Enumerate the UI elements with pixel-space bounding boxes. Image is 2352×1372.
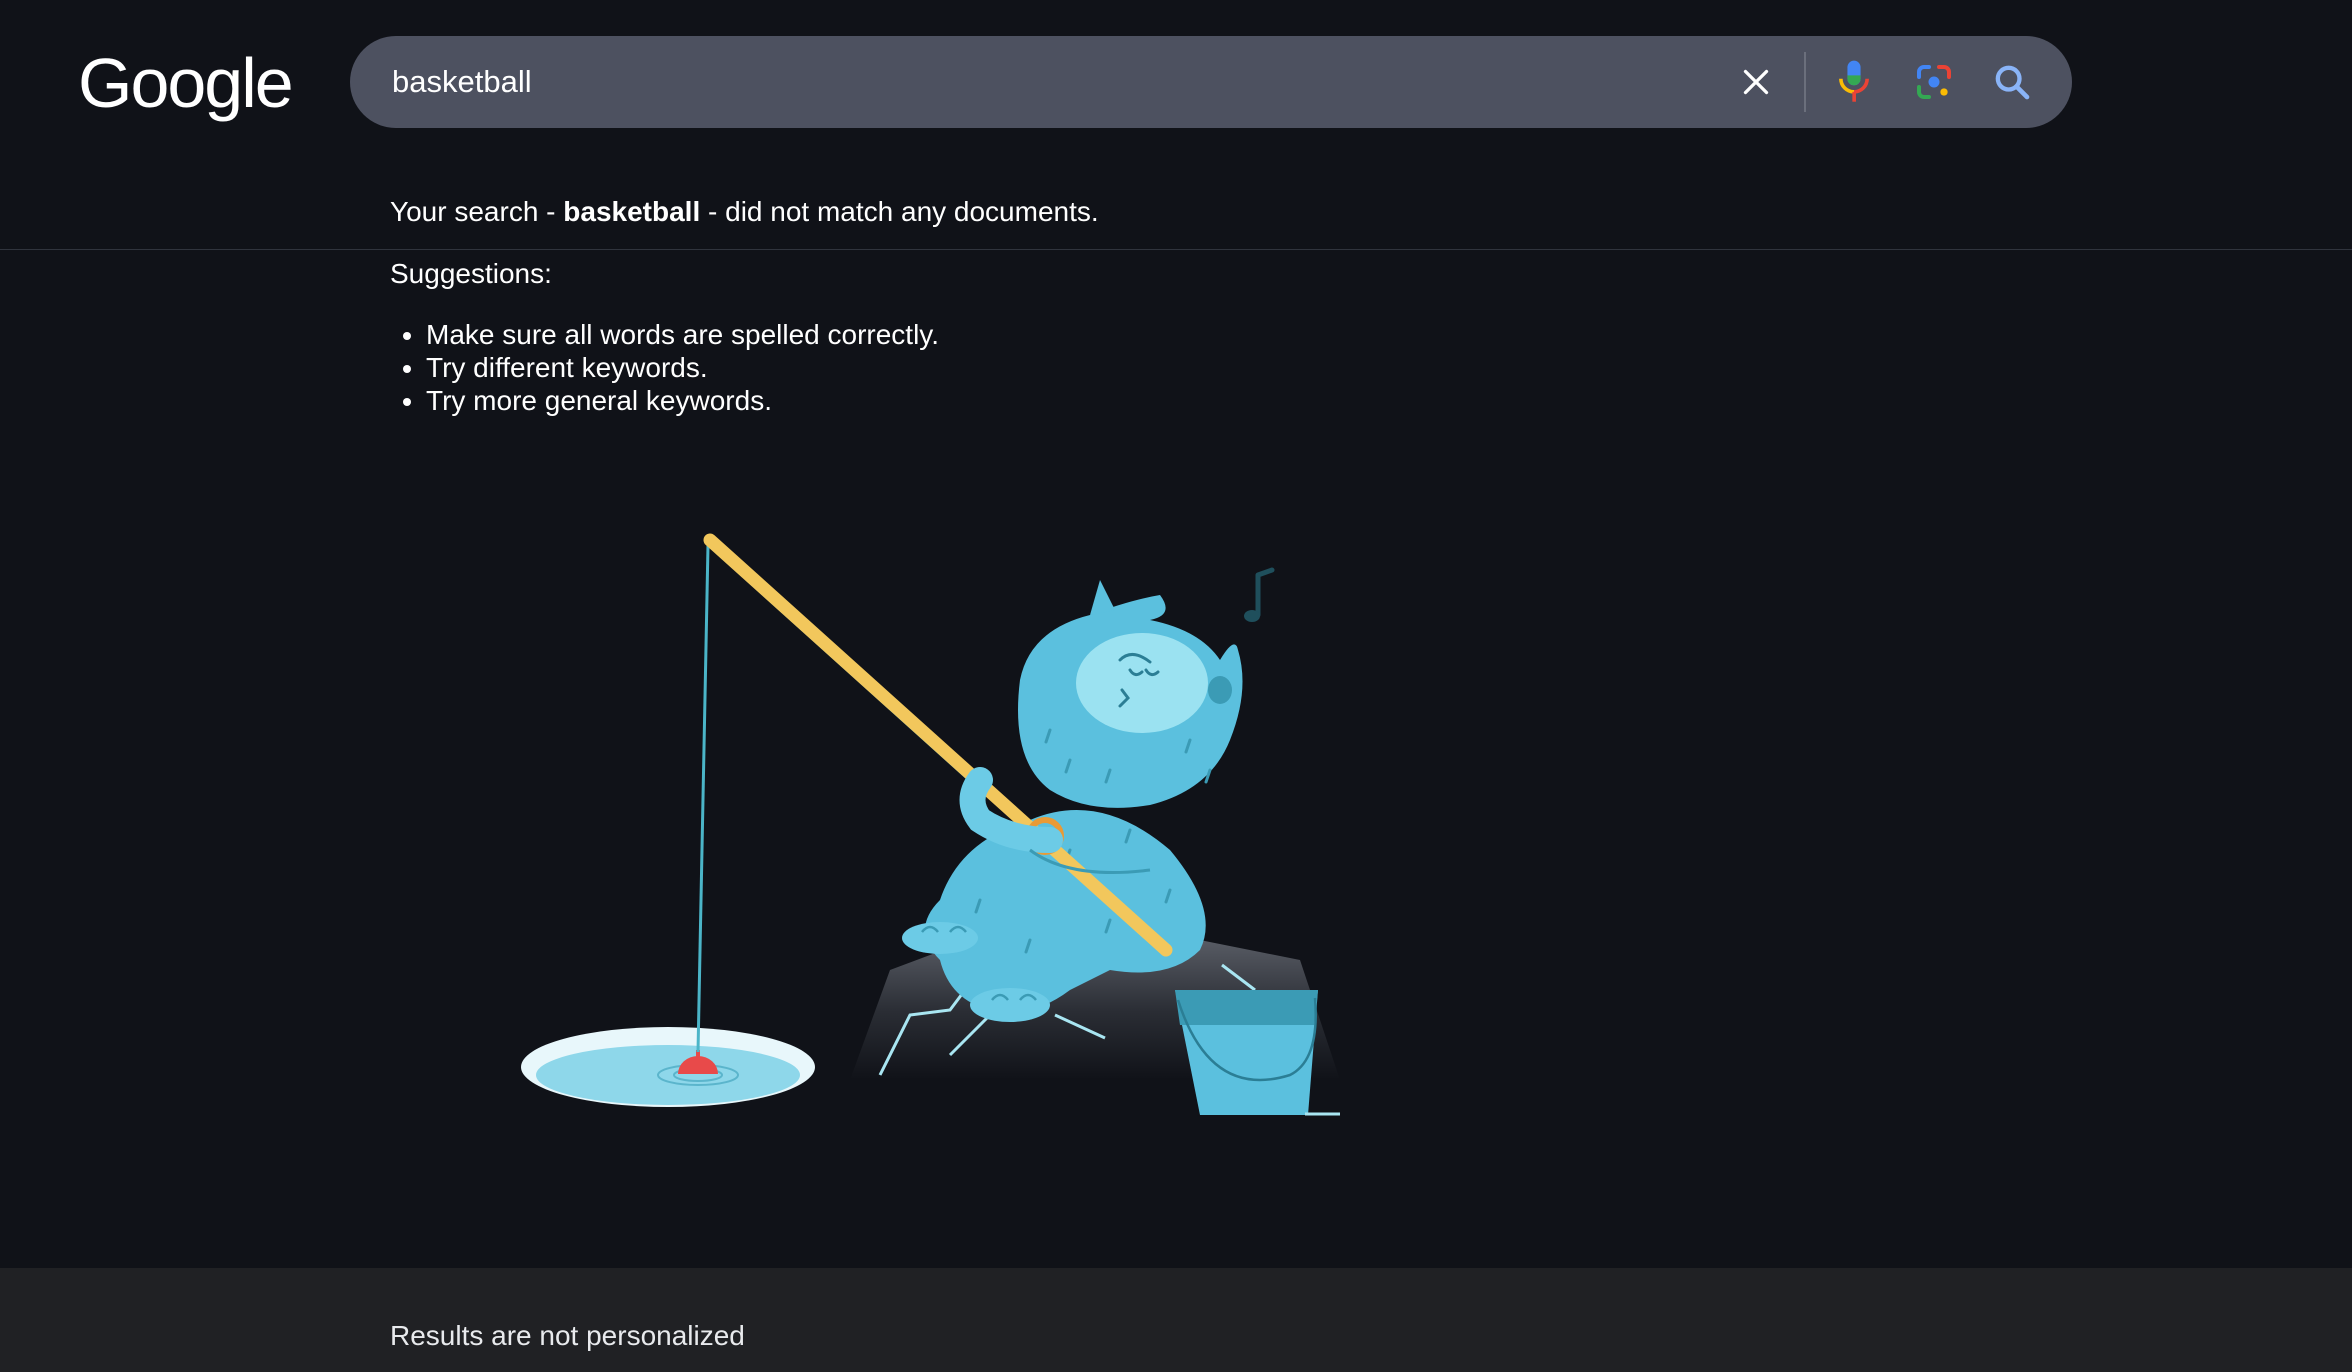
microphone-icon — [1839, 60, 1869, 102]
suggestion-item: Try different keywords. — [426, 351, 939, 384]
results-divider — [0, 249, 2352, 250]
search-submit-button[interactable] — [1984, 54, 2040, 110]
suggestions-label: Suggestions: — [390, 258, 552, 289]
message-prefix: Your search - — [390, 196, 564, 227]
clear-search-button[interactable] — [1728, 54, 1784, 110]
close-icon — [1743, 69, 1769, 95]
footer: Results are not personalized — [0, 1268, 2352, 1372]
search-input[interactable] — [392, 36, 1672, 128]
camera-lens-icon — [1917, 65, 1951, 99]
suggestion-item: Make sure all words are spelled correctl… — [426, 318, 939, 351]
suggestion-item: Try more general keywords. — [426, 384, 939, 417]
fishing-monster-illustration — [521, 533, 1340, 1116]
personalization-status[interactable]: Results are not personalized — [390, 1320, 745, 1352]
google-logo[interactable]: Google — [78, 48, 294, 118]
message-query: basketball — [563, 196, 701, 227]
searchbar-divider — [1804, 52, 1806, 112]
suggestions-list: Make sure all words are spelled correctl… — [390, 318, 939, 417]
message-suffix: - did not match any documents. — [700, 196, 1099, 227]
search-bar[interactable] — [350, 36, 2072, 128]
lens-search-button[interactable] — [1906, 54, 1962, 110]
search-results-page: Google basketball Your search - basketba… — [0, 0, 2352, 1372]
no-results-message: Your search - basketball - did not match… — [390, 196, 1099, 228]
search-icon — [1995, 65, 2030, 100]
voice-search-button[interactable] — [1826, 54, 1882, 110]
